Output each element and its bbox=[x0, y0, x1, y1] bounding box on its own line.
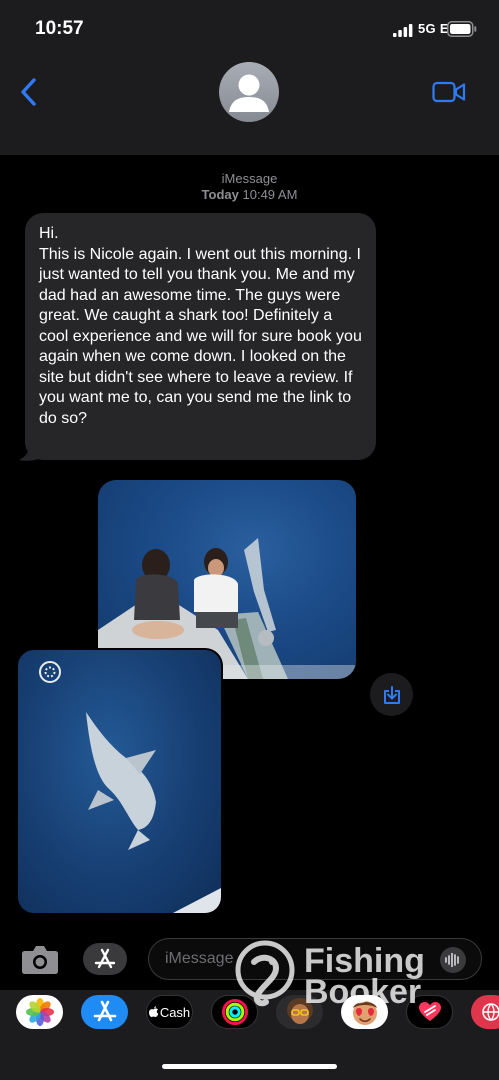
message-text: Hi. This is Nicole again. I went out thi… bbox=[39, 225, 362, 427]
apple-cash-label: Cash bbox=[159, 1004, 191, 1020]
video-camera-icon[interactable] bbox=[432, 80, 466, 104]
app-store-a-icon bbox=[94, 948, 116, 969]
download-icon bbox=[383, 685, 400, 704]
input-placeholder: iMessage bbox=[165, 950, 234, 967]
waveform-icon bbox=[445, 953, 459, 967]
fishingbooker-logo-icon bbox=[235, 940, 295, 1007]
home-indicator[interactable] bbox=[162, 1064, 337, 1069]
conversation-service-label: iMessage bbox=[221, 171, 278, 186]
person-silhouette-icon bbox=[229, 74, 269, 112]
web-app-button[interactable] bbox=[471, 995, 499, 1029]
battery-icon bbox=[447, 21, 477, 37]
back-chevron-icon[interactable] bbox=[18, 76, 40, 108]
photos-icon bbox=[25, 998, 54, 1026]
photo-shark-in-water[interactable] bbox=[16, 648, 223, 915]
camera-icon[interactable] bbox=[21, 943, 59, 975]
timestamp-time: 10:49 AM bbox=[242, 187, 298, 202]
app-store-icon bbox=[93, 1000, 116, 1022]
cellular-signal-icon bbox=[393, 24, 413, 37]
audio-message-button[interactable] bbox=[440, 947, 466, 973]
conversation-header: 10:57 5G E bbox=[0, 0, 499, 155]
conversation-timestamp: Today 10:49 AM bbox=[0, 187, 499, 202]
apple-cash-icon bbox=[148, 1006, 159, 1017]
status-time: 10:57 bbox=[35, 18, 84, 39]
globe-icon bbox=[482, 1003, 499, 1021]
fishingbooker-watermark: Fishing Booker bbox=[232, 940, 432, 1011]
contact-avatar[interactable] bbox=[219, 62, 279, 122]
photo-shark-scene bbox=[39, 661, 221, 913]
incoming-message-bubble[interactable]: Hi. This is Nicole again. I went out thi… bbox=[25, 213, 376, 460]
photos-app-button[interactable] bbox=[16, 995, 63, 1029]
apple-cash-app-button[interactable]: Cash bbox=[146, 995, 193, 1029]
timestamp-day: Today bbox=[201, 187, 239, 202]
watermark-line2: Booker bbox=[304, 973, 422, 1011]
app-store-button[interactable] bbox=[83, 943, 127, 975]
app-store-app-button[interactable] bbox=[81, 995, 128, 1029]
network-type: 5G E bbox=[418, 21, 449, 36]
save-photo-button[interactable] bbox=[370, 673, 413, 716]
